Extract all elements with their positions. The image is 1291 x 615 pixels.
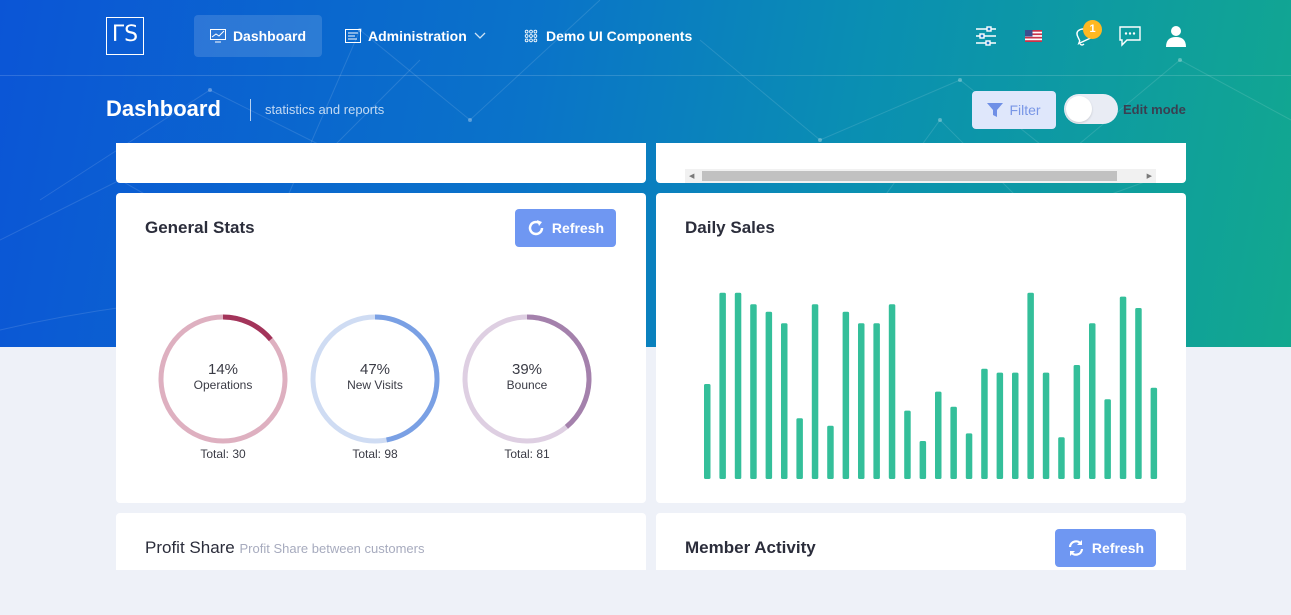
donut-operations-percent: 14% xyxy=(207,361,239,378)
donut-operations-total: Total: 30 xyxy=(200,447,246,461)
sales-bar xyxy=(719,292,726,479)
sync-icon xyxy=(1068,540,1084,556)
sales-bar xyxy=(919,441,927,479)
daily-sales-title: Daily Sales xyxy=(685,218,775,237)
donut-operations: 14% Operations Total: 30 xyxy=(157,313,289,463)
sales-bar xyxy=(1150,387,1158,479)
scrollbar-thumb[interactable] xyxy=(702,171,1117,181)
nav-demo-ui-components[interactable]: Demo UI Components xyxy=(509,15,706,57)
sales-bar xyxy=(888,304,896,479)
settings-sliders-icon[interactable] xyxy=(974,24,998,48)
donut-bounce: 39% Bounce Total: 81 xyxy=(461,313,593,463)
sales-bar xyxy=(1027,292,1034,479)
member-activity-card: Member Activity Refresh xyxy=(656,513,1186,570)
page-subtitle: statistics and reports xyxy=(265,102,385,117)
donut-bounce-percent: 39% xyxy=(511,361,543,378)
refresh-icon xyxy=(528,220,544,236)
edit-mode-label: Edit mode xyxy=(1123,102,1186,117)
notification-badge: 1 xyxy=(1083,20,1102,39)
donut-new-visits-total: Total: 98 xyxy=(352,447,398,461)
partial-card-left xyxy=(116,143,646,183)
filter-icon xyxy=(987,103,1004,117)
refresh-label: Refresh xyxy=(551,220,605,236)
sales-bar xyxy=(704,384,711,479)
donut-operations-label: Operations xyxy=(193,378,253,392)
chat-icon[interactable] xyxy=(1118,24,1142,48)
sales-bar xyxy=(811,304,819,479)
donut-new-visits-label: New Visits xyxy=(347,378,403,392)
sales-bar xyxy=(781,323,788,479)
sales-bar xyxy=(981,368,988,479)
general-stats-refresh-button[interactable]: Refresh xyxy=(515,209,616,247)
sales-bar xyxy=(996,372,1004,479)
nav-demo-ui-label: Demo UI Components xyxy=(546,28,693,44)
nav-administration[interactable]: Administration xyxy=(331,15,500,57)
member-activity-refresh-label: Refresh xyxy=(1091,540,1145,556)
general-stats-card: General Stats Refresh 14% Operations Tot… xyxy=(116,193,646,503)
page-title: Dashboard xyxy=(106,96,221,121)
chevron-down-icon xyxy=(474,32,486,39)
daily-sales-chart xyxy=(704,292,1158,479)
sales-bar xyxy=(935,391,942,479)
profit-share-title: Profit Share xyxy=(145,538,235,557)
sales-bar xyxy=(734,292,742,479)
sales-bar xyxy=(765,311,773,479)
sales-bar xyxy=(1012,372,1019,479)
profit-share-card: Profit Share Profit Share between custom… xyxy=(116,513,646,570)
scroll-left-icon[interactable]: ◀ xyxy=(689,172,694,180)
profit-share-title-row: Profit Share Profit Share between custom… xyxy=(145,538,424,558)
sales-bar xyxy=(873,323,880,479)
horizontal-scrollbar[interactable]: ◀ ▶ xyxy=(685,169,1156,183)
sales-bar xyxy=(965,433,973,479)
sales-bar xyxy=(796,418,803,479)
nav-administration-label: Administration xyxy=(368,28,467,44)
member-activity-title: Member Activity xyxy=(685,538,816,557)
sales-bar xyxy=(827,425,834,479)
donut-new-visits-percent: 47% xyxy=(359,361,391,378)
sales-bar xyxy=(1058,437,1065,479)
top-navbar: ΓS Dashboard Administration Demo UI Comp… xyxy=(0,0,1291,76)
sales-bar xyxy=(904,410,911,479)
grid-dots-icon xyxy=(524,29,538,43)
nav-dashboard[interactable]: Dashboard xyxy=(194,15,322,57)
sales-bar xyxy=(1073,365,1081,479)
member-activity-refresh-button[interactable]: Refresh xyxy=(1055,529,1156,567)
filter-button[interactable]: Filter xyxy=(972,91,1056,129)
admin-icon xyxy=(345,29,361,43)
brand-logo[interactable]: ΓS xyxy=(106,17,144,55)
sales-bar xyxy=(750,304,757,479)
sales-bar xyxy=(1135,308,1142,479)
sales-bar xyxy=(858,323,865,479)
sales-bar xyxy=(950,406,957,479)
flag-us-icon[interactable] xyxy=(1025,30,1042,42)
sales-bar xyxy=(1119,296,1127,479)
title-divider xyxy=(250,99,251,121)
user-icon[interactable] xyxy=(1164,24,1188,48)
toggle-knob xyxy=(1066,96,1092,122)
chart-line-icon xyxy=(209,29,226,43)
nav-dashboard-label: Dashboard xyxy=(232,28,307,44)
general-stats-title: General Stats xyxy=(145,218,255,237)
donut-new-visits: 47% New Visits Total: 98 xyxy=(309,313,441,463)
scroll-right-icon[interactable]: ▶ xyxy=(1147,172,1152,180)
sales-bar xyxy=(1089,323,1096,479)
donut-bounce-label: Bounce xyxy=(506,378,548,392)
donut-bounce-total: Total: 81 xyxy=(504,447,550,461)
edit-mode-toggle[interactable] xyxy=(1064,94,1118,124)
profit-share-subtitle: Profit Share between customers xyxy=(239,541,425,556)
filter-label: Filter xyxy=(1009,102,1041,118)
sales-bar xyxy=(1104,399,1111,479)
sales-bar xyxy=(842,311,850,479)
sales-bar xyxy=(1042,372,1050,479)
daily-sales-card: Daily Sales xyxy=(656,193,1186,503)
